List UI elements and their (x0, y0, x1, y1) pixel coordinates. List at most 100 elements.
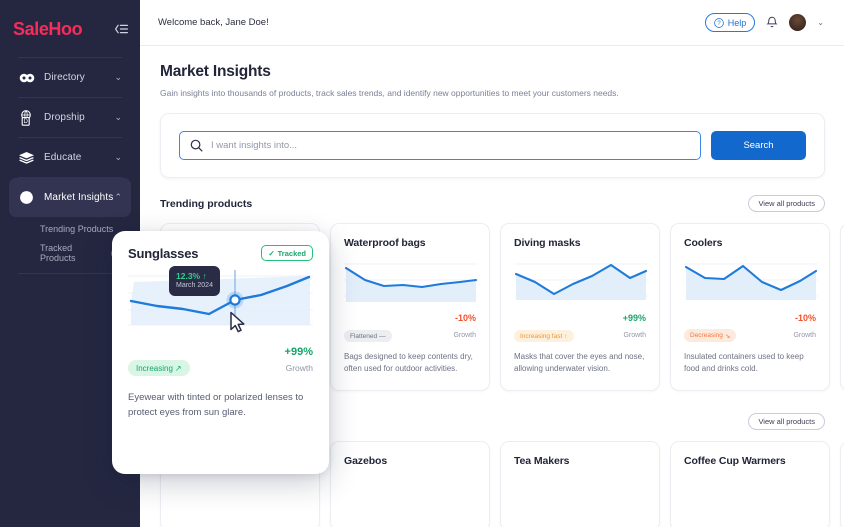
growth-block: +99% Growth (622, 313, 646, 342)
sunglasses-sparkline[interactable]: 12.3% ↑ March 2024 (128, 266, 313, 333)
product-card-diving-masks[interactable]: Diving masks Increasing fast ↑ +99% Grow… (500, 223, 660, 391)
sidebar-divider (18, 273, 122, 274)
trend-badge: Decreasing ↘ (684, 329, 737, 342)
notification-bell-icon[interactable] (766, 16, 778, 29)
sidebar-item-label: Dropship (44, 112, 85, 123)
product-card-coffee-cup-warmers[interactable]: Coffee Cup Warmers (670, 441, 830, 527)
sidebar-subitem-label: Tracked Products (40, 243, 76, 263)
product-title: Tea Makers (514, 455, 570, 467)
product-card-partial[interactable] (840, 223, 844, 391)
product-meta: Increasing fast ↑ +99% Growth (514, 313, 646, 342)
topbar-actions: ? Help ⌄ (704, 13, 824, 32)
tracked-badge[interactable]: ✓ Tracked (261, 245, 313, 261)
search-panel: Search (160, 113, 825, 178)
trend-badge: Flattened — (344, 330, 392, 342)
topbar: Welcome back, Jane Doe! ? Help ⌄ (140, 0, 844, 46)
product-description: Masks that cover the eyes and nose, allo… (514, 352, 645, 373)
search-input[interactable] (211, 140, 690, 151)
growth-block: -10% Growth (453, 313, 476, 342)
product-title: Gazebos (344, 455, 388, 467)
svg-text:?: ? (717, 20, 721, 27)
welcome-message: Welcome back, Jane Doe! (158, 17, 269, 28)
question-circle-icon: ? (713, 17, 724, 28)
product-title: Waterproof bags (344, 237, 426, 249)
chevron-down-icon: ⌄ (114, 112, 122, 122)
sidebar-item-educate[interactable]: Educate ⌄ (9, 138, 131, 177)
popup-description: Eyewear with tinted or polarized lenses … (128, 392, 304, 418)
dropship-icon: D (18, 109, 35, 126)
collapse-sidebar-icon[interactable] (114, 23, 128, 35)
salehoo-logo[interactable]: SaleHoo (13, 20, 83, 38)
sidebar-item-directory[interactable]: Directory ⌄ (9, 58, 131, 97)
trend-badge: Increasing fast ↑ (514, 330, 574, 342)
chart-tooltip: 12.3% ↑ March 2024 (169, 266, 220, 296)
sidebar-item-label: Directory (44, 72, 85, 83)
trend-label: Increasing fast (520, 332, 563, 340)
diving-masks-sparkline (514, 260, 648, 305)
sidebar-item-label: Market Insights (44, 192, 114, 203)
trend-label: Decreasing (690, 332, 723, 339)
search-icon (190, 139, 203, 152)
growth-value: +99% (284, 346, 313, 358)
trend-label: Increasing (136, 363, 173, 373)
product-description: Bags designed to keep contents dry, ofte… (344, 352, 473, 373)
trend-arrow-icon: ↑ (564, 332, 568, 340)
growth-label: Growth (793, 332, 816, 339)
growth-value: -10% (794, 313, 816, 324)
app-root: SaleHoo Directory ⌄ D Dropship ⌄ Educate… (0, 0, 844, 527)
section-title: Trending products (160, 197, 253, 210)
product-description: Insulated containers used to keep food a… (684, 352, 804, 373)
product-title: Diving masks (514, 237, 581, 249)
product-meta: Decreasing ↘ -10% Growth (684, 313, 816, 342)
growth-block: -10% Growth (793, 313, 816, 342)
chevron-down-icon: ⌄ (114, 152, 122, 162)
avatar[interactable] (789, 14, 807, 31)
product-card-gazebos[interactable]: Gazebos (330, 441, 490, 527)
chevron-down-icon[interactable]: ⌄ (817, 18, 824, 27)
page-subtitle: Gain insights into thousands of products… (160, 88, 619, 98)
view-all-products-button-2[interactable]: View all products (748, 413, 825, 430)
product-card-tea-makers[interactable]: Tea Makers (500, 441, 660, 527)
mouse-pointer-icon (229, 311, 246, 338)
view-all-products-button[interactable]: View all products (748, 195, 825, 212)
growth-label: Growth (623, 332, 646, 339)
coolers-sparkline (684, 260, 818, 305)
product-detail-popup-sunglasses[interactable]: Sunglasses ✓ Tracked 12.3% ↑ March 2024 (112, 231, 329, 474)
trend-badge: Increasing ↗ (128, 360, 190, 377)
chevron-down-icon: ⌄ (114, 72, 122, 82)
product-title: Coffee Cup Warmers (684, 455, 786, 467)
market-insights-icon (18, 189, 35, 206)
popup-header: Sunglasses ✓ Tracked (128, 245, 313, 261)
growth-label: Growth (453, 332, 476, 339)
waterproof-bags-sparkline (344, 260, 478, 305)
tooltip-date: March 2024 (176, 282, 213, 290)
product-card-waterproof-bags[interactable]: Waterproof bags Flattened — -10% Growth … (330, 223, 490, 391)
sidebar-item-dropship[interactable]: D Dropship ⌄ (9, 98, 131, 137)
sidebar-item-market-insights[interactable]: Market Insights ⌃ (9, 178, 131, 217)
trend-label: Flattened (350, 332, 378, 340)
growth-value: +99% (622, 313, 646, 324)
product-card-coolers[interactable]: Coolers Decreasing ↘ -10% Growth Insulat… (670, 223, 830, 391)
page-title: Market Insights (160, 63, 271, 80)
sidebar-header: SaleHoo (0, 0, 140, 57)
educate-icon (18, 149, 35, 166)
search-box[interactable] (179, 131, 701, 160)
sidebar-item-label: Educate (44, 152, 82, 163)
trending-products-header: Trending products View all products (160, 195, 825, 212)
growth-value: -10% (454, 313, 476, 324)
help-button[interactable]: ? Help (704, 13, 756, 32)
search-button[interactable]: Search (711, 131, 806, 160)
svg-text:D: D (24, 119, 29, 125)
tracked-label: Tracked (277, 248, 306, 258)
tooltip-value: 12.3% ↑ (176, 271, 207, 281)
check-icon: ✓ (268, 248, 275, 258)
growth-block: +99% Growth (285, 346, 313, 376)
product-title: Coolers (684, 237, 723, 249)
product-card-partial-2[interactable] (840, 441, 844, 527)
help-label: Help (727, 17, 747, 28)
sidebar-subitem-label: Trending Products (40, 224, 114, 234)
trend-arrow-icon: ↘ (724, 332, 731, 340)
trend-arrow-icon: — (379, 332, 386, 340)
trend-arrow-icon: ↗ (174, 363, 182, 373)
directory-icon (18, 69, 35, 86)
